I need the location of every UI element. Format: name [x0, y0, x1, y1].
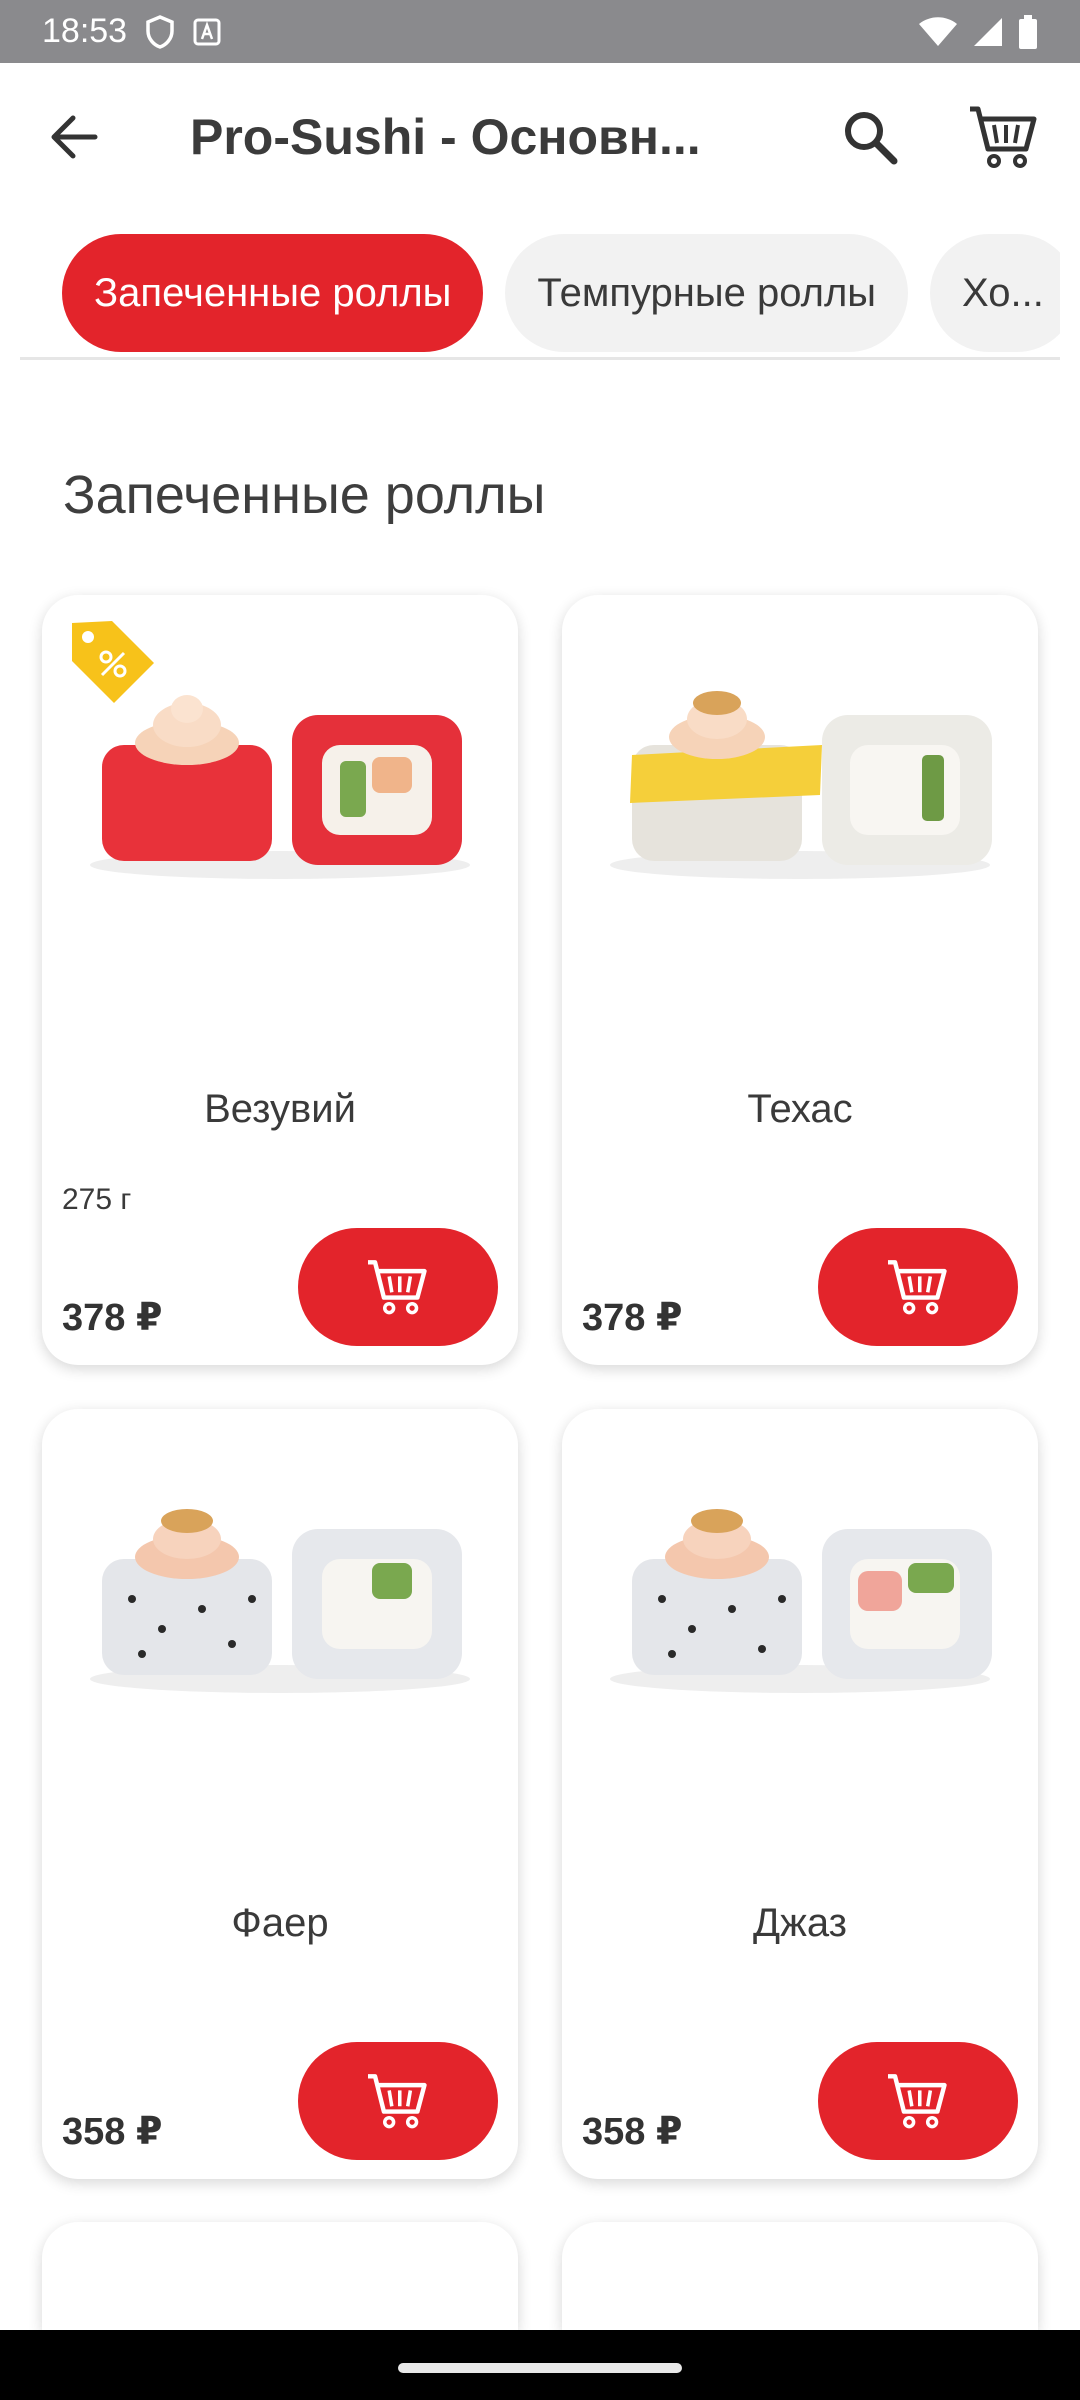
category-chip-cold-rolls[interactable]: Хо...	[930, 234, 1060, 352]
shield-icon	[145, 14, 175, 49]
product-price: 378 ₽	[62, 1297, 163, 1339]
product-price: 378 ₽	[582, 1297, 683, 1339]
app-bar: Pro-Sushi - Основн...	[0, 63, 1080, 211]
status-bar: 18:53	[0, 0, 1080, 63]
category-tabs: Запеченные роллы Темпурные роллы Хо...	[20, 232, 1060, 360]
cart-icon[interactable]	[968, 103, 1040, 171]
search-icon[interactable]	[838, 105, 902, 169]
category-chip-tempura-rolls[interactable]: Темпурные роллы	[505, 234, 909, 352]
add-to-cart-button[interactable]	[298, 1228, 498, 1346]
product-price: 358 ₽	[62, 2111, 163, 2153]
product-image	[90, 1509, 470, 1693]
category-chip-baked-rolls[interactable]: Запеченные роллы	[62, 234, 484, 352]
page-title: Pro-Sushi - Основн...	[190, 109, 701, 165]
product-name: Везувий	[204, 1087, 356, 1131]
wifi-icon	[918, 16, 958, 48]
add-to-cart-button[interactable]	[818, 2042, 1018, 2160]
add-to-cart-button[interactable]	[818, 1228, 1018, 1346]
product-image	[90, 695, 470, 879]
signal-icon	[972, 16, 1004, 48]
product-card[interactable]: Техас 378 ₽	[562, 595, 1038, 1365]
status-time: 18:53	[42, 12, 128, 50]
product-card[interactable]	[42, 2222, 518, 2330]
product-name: Фаер	[231, 1901, 329, 1945]
product-name: Джаз	[753, 1901, 847, 1945]
product-name: Техас	[747, 1087, 853, 1131]
cart-icon	[368, 2074, 427, 2129]
add-to-cart-button[interactable]	[298, 2042, 498, 2160]
cart-icon	[368, 1260, 427, 1315]
home-gesture-handle[interactable]	[398, 2363, 682, 2373]
cart-icon	[888, 2074, 947, 2129]
product-card[interactable]	[562, 2222, 1038, 2330]
cart-icon	[888, 1260, 947, 1315]
product-price: 358 ₽	[582, 2111, 683, 2153]
arrow-left-icon[interactable]	[44, 107, 104, 167]
product-weight: 275 г	[62, 1183, 132, 1216]
product-image	[610, 1509, 992, 1693]
product-card[interactable]: Везувий 275 г 378 ₽	[42, 595, 518, 1365]
product-card[interactable]: Джаз 358 ₽	[562, 1409, 1038, 2179]
a-box-icon	[193, 18, 221, 46]
product-image	[610, 691, 992, 879]
section-title: Запеченные роллы	[63, 465, 546, 525]
product-card[interactable]: Фаер 358 ₽	[42, 1409, 518, 2179]
battery-icon	[1018, 14, 1038, 49]
